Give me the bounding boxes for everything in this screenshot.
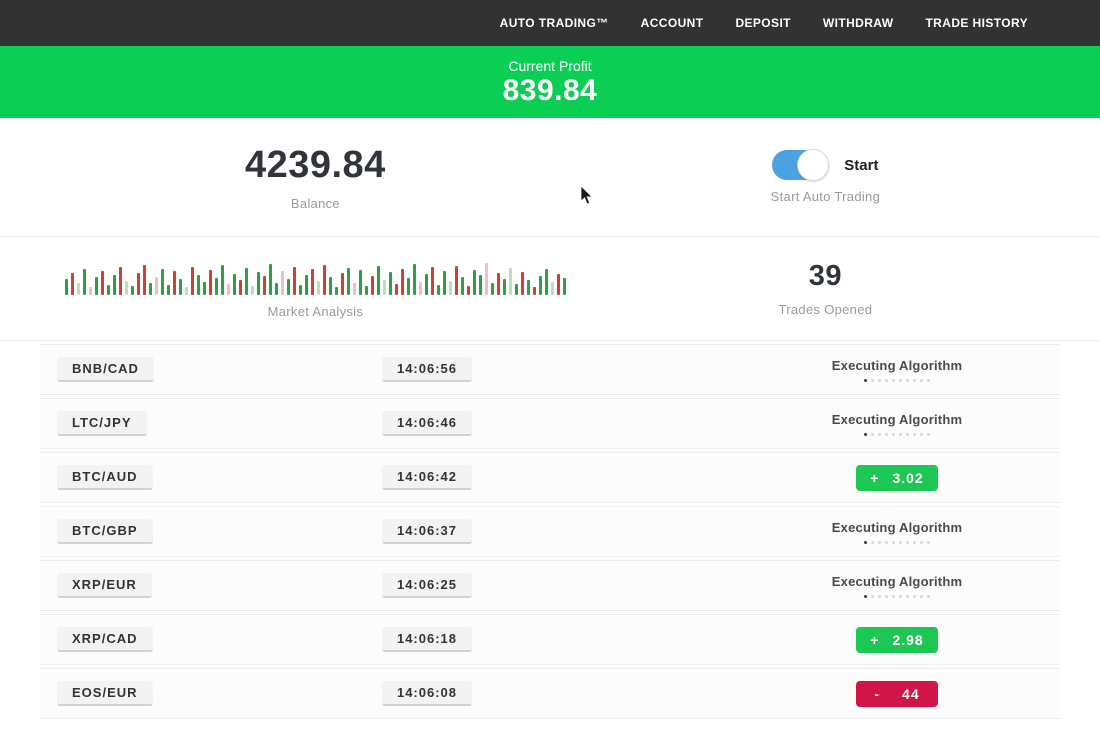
profit-badge: +2.98 bbox=[856, 627, 938, 653]
trade-row: XRP/CAD 14:06:18 +2.98 bbox=[40, 614, 1060, 665]
top-nav: AUTO TRADING™ ACCOUNT DEPOSIT WITHDRAW T… bbox=[0, 0, 1100, 46]
pair-chip: XRP/EUR bbox=[57, 573, 152, 598]
auto-trading-toggle[interactable] bbox=[772, 150, 828, 180]
pair-chip: XRP/CAD bbox=[57, 627, 153, 652]
loss-badge: -44 bbox=[856, 681, 938, 707]
time-chip: 14:06:18 bbox=[382, 627, 472, 652]
market-summary: Market Analysis 39 Trades Opened bbox=[0, 237, 1100, 341]
time-chip: 14:06:37 bbox=[382, 519, 472, 544]
nav-auto-trading[interactable]: AUTO TRADING™ bbox=[500, 16, 609, 30]
progress-dots bbox=[864, 541, 930, 544]
progress-dots bbox=[864, 433, 930, 436]
nav-account[interactable]: ACCOUNT bbox=[641, 16, 704, 30]
start-auto-trading-label: Start Auto Trading bbox=[771, 189, 880, 204]
progress-dots bbox=[864, 379, 930, 382]
toggle-start-label: Start bbox=[844, 157, 878, 174]
nav-trade-history[interactable]: TRADE HISTORY bbox=[925, 16, 1028, 30]
pair-chip: BTC/AUD bbox=[57, 465, 153, 490]
time-chip: 14:06:42 bbox=[382, 465, 472, 490]
nav-withdraw[interactable]: WITHDRAW bbox=[823, 16, 894, 30]
profit-banner: Current Profit 839.84 bbox=[0, 46, 1100, 118]
trades-opened-label: Trades Opened bbox=[779, 302, 873, 317]
trade-row: BNB/CAD 14:06:56 Executing Algorithm bbox=[40, 344, 1060, 395]
trades-table: BNB/CAD 14:06:56 Executing Algorithm LTC… bbox=[0, 344, 1100, 719]
account-summary: 4239.84 Balance Start Start Auto Trading bbox=[0, 118, 1100, 237]
trade-row: BTC/GBP 14:06:37 Executing Algorithm bbox=[40, 506, 1060, 557]
nav-deposit[interactable]: DEPOSIT bbox=[735, 16, 790, 30]
pair-chip: LTC/JPY bbox=[57, 411, 147, 436]
time-chip: 14:06:56 bbox=[382, 357, 472, 382]
pair-chip: EOS/EUR bbox=[57, 681, 153, 706]
progress-dots bbox=[864, 595, 930, 598]
trade-row: EOS/EUR 14:06:08 -44 bbox=[40, 668, 1060, 719]
time-chip: 14:06:25 bbox=[382, 573, 472, 598]
executing-status: Executing Algorithm bbox=[832, 574, 962, 598]
market-analysis-chart bbox=[65, 259, 566, 295]
toggle-knob bbox=[797, 149, 829, 181]
trades-opened-value: 39 bbox=[809, 260, 842, 293]
pair-chip: BNB/CAD bbox=[57, 357, 154, 382]
trade-row: BTC/AUD 14:06:42 +3.02 bbox=[40, 452, 1060, 503]
time-chip: 14:06:08 bbox=[382, 681, 472, 706]
balance-value: 4239.84 bbox=[245, 144, 386, 187]
executing-status: Executing Algorithm bbox=[832, 358, 962, 382]
executing-status: Executing Algorithm bbox=[832, 520, 962, 544]
current-profit-value: 839.84 bbox=[503, 74, 598, 108]
trade-row: XRP/EUR 14:06:25 Executing Algorithm bbox=[40, 560, 1060, 611]
time-chip: 14:06:46 bbox=[382, 411, 472, 436]
executing-status: Executing Algorithm bbox=[832, 412, 962, 436]
pair-chip: BTC/GBP bbox=[57, 519, 153, 544]
balance-label: Balance bbox=[291, 196, 340, 211]
market-analysis-label: Market Analysis bbox=[268, 304, 364, 319]
trade-row: LTC/JPY 14:06:46 Executing Algorithm bbox=[40, 398, 1060, 449]
current-profit-label: Current Profit bbox=[508, 58, 591, 74]
profit-badge: +3.02 bbox=[856, 465, 938, 491]
